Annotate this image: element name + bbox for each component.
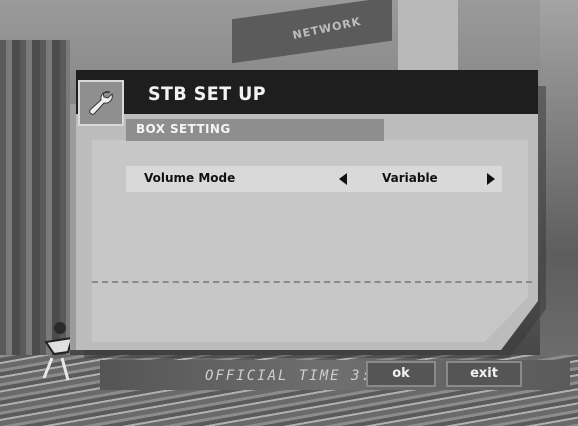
panel-title-bar xyxy=(76,70,538,114)
volume-mode-setting-row[interactable]: Volume Mode Variable xyxy=(126,166,502,192)
wrench-icon xyxy=(89,91,113,115)
arrow-left-icon[interactable] xyxy=(339,173,347,185)
dashed-divider xyxy=(92,281,532,283)
ticker-text: OFFICIAL TIME 3: xyxy=(205,368,372,384)
section-title: BOX SETTING xyxy=(136,122,231,136)
background-pole xyxy=(398,0,458,80)
setting-label: Volume Mode xyxy=(144,171,236,185)
ok-button[interactable]: ok xyxy=(366,361,436,387)
exit-button[interactable]: exit xyxy=(446,361,522,387)
page-title: STB SET UP xyxy=(148,83,267,105)
setting-value: Variable xyxy=(382,171,438,185)
wrench-icon-box xyxy=(78,80,124,126)
arrow-right-icon[interactable] xyxy=(487,173,495,185)
